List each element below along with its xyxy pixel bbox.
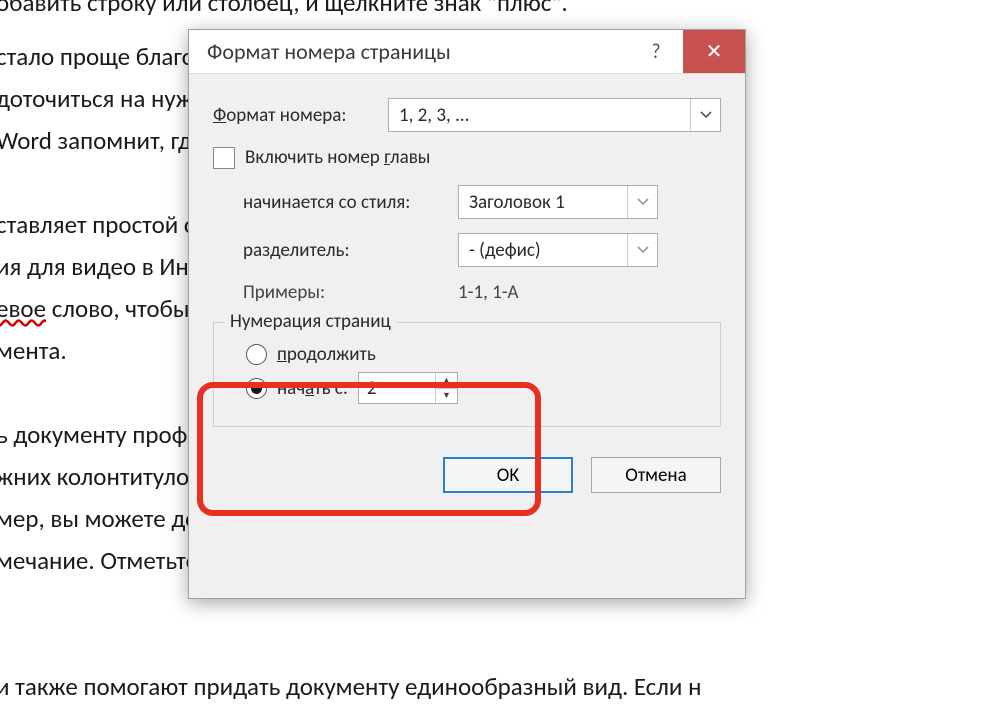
- doc-line: и также помогают придать документу едино…: [0, 666, 701, 708]
- separator-label: разделитель:: [243, 239, 458, 262]
- start-at-label: начать с:: [277, 377, 348, 400]
- ok-button[interactable]: OK: [443, 457, 573, 493]
- spinner-up-icon[interactable]: ▲: [436, 373, 457, 389]
- continue-label: продолжить: [277, 343, 376, 366]
- chevron-down-icon: [690, 99, 720, 131]
- spinner-down-icon[interactable]: ▼: [436, 389, 457, 404]
- page-numbering-legend: Нумерация страниц: [224, 310, 397, 333]
- doc-line: обавить строку или столбец, и щелкните з…: [0, 0, 568, 24]
- start-at-value: 2: [359, 373, 435, 403]
- start-at-spinner[interactable]: 2 ▲ ▼: [358, 372, 458, 404]
- start-at-radio[interactable]: [246, 378, 267, 399]
- include-chapter-checkbox[interactable]: [213, 147, 235, 169]
- number-format-combo[interactable]: 1, 2, 3, ...: [388, 98, 721, 132]
- starts-with-style-combo[interactable]: Заголовок 1: [458, 185, 658, 219]
- titlebar[interactable]: Формат номера страницы ? ✕: [189, 30, 745, 74]
- page-number-format-dialog: Формат номера страницы ? ✕ Формат номера…: [188, 29, 746, 599]
- examples-label: Примеры:: [243, 281, 458, 304]
- examples-value: 1-1, 1-A: [458, 281, 519, 304]
- page-numbering-group: Нумерация страниц продолжить начать с: 2…: [213, 322, 721, 427]
- chevron-down-icon: [627, 186, 657, 218]
- doc-line: мента.: [0, 330, 67, 372]
- dialog-title: Формат номера страницы: [189, 30, 629, 73]
- chevron-down-icon: [627, 234, 657, 266]
- dialog-button-row: OK Отмена: [189, 443, 745, 511]
- format-label: Формат номера:: [213, 104, 388, 127]
- starts-with-style-label: начинается со стиля:: [243, 191, 458, 214]
- starts-with-style-value: Заголовок 1: [459, 191, 627, 214]
- number-format-value: 1, 2, 3, ...: [389, 104, 690, 127]
- dialog-body: Формат номера: 1, 2, 3, ... Включить ном…: [189, 74, 745, 443]
- separator-value: - (дефис): [459, 239, 627, 262]
- include-chapter-label: Включить номер главы: [245, 146, 430, 169]
- close-button[interactable]: ✕: [683, 30, 745, 73]
- help-button[interactable]: ?: [629, 30, 683, 73]
- separator-combo[interactable]: - (дефис): [458, 233, 658, 267]
- continue-radio[interactable]: [246, 344, 267, 365]
- close-icon: ✕: [706, 39, 723, 64]
- cancel-button[interactable]: Отмена: [591, 457, 721, 493]
